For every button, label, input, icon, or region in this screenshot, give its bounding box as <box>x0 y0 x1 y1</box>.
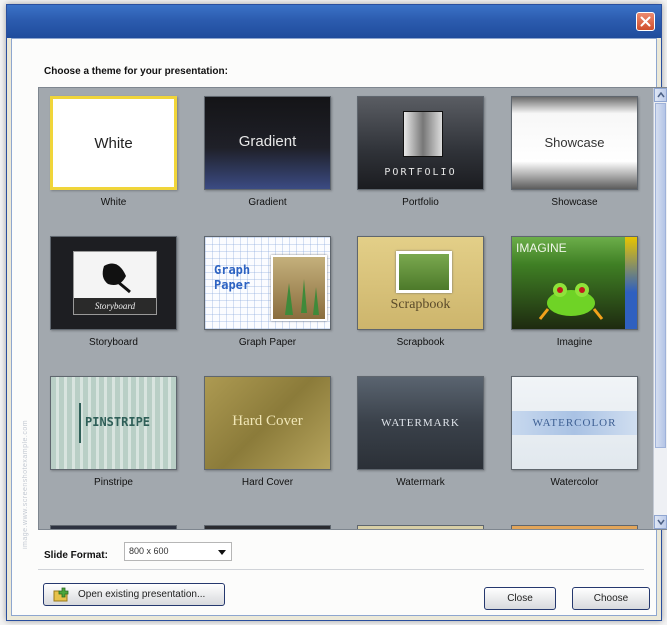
theme-chooser-dialog: Choose a theme for your presentation: im… <box>6 4 667 621</box>
preview-text-pinstripe: PINSTRIPE <box>85 415 151 429</box>
folder-open-icon <box>53 587 69 602</box>
theme-preview-showcase: Showcase <box>511 96 638 190</box>
theme-caption-scrapbook: Scrapbook <box>396 337 445 348</box>
theme-preview-gradient: Gradient <box>204 96 331 190</box>
preview-text-watercolor: WATERCOLOR <box>532 417 617 429</box>
theme-caption-showcase: Showcase <box>551 197 598 208</box>
theme-watercolor[interactable]: WATERCOLOR Watercolor <box>511 376 638 488</box>
side-watermark-text: image.www.screenshotexample.com <box>22 419 29 549</box>
theme-caption-graph-paper: Graph Paper <box>238 337 297 348</box>
preview-text-portfolio: PORTFOLIO <box>384 167 457 178</box>
theme-caption-gradient: Gradient <box>248 197 287 208</box>
preview-text-gradient: Gradient <box>238 133 297 150</box>
dialog-client-area: Choose a theme for your presentation: im… <box>11 38 667 616</box>
preview-text-showcase: Showcase <box>544 135 605 150</box>
theme-partial-3[interactable] <box>357 525 484 529</box>
theme-caption-white: White <box>100 197 127 208</box>
pinstripe-bar <box>79 403 81 443</box>
theme-gradient[interactable]: Gradient Gradient <box>204 96 331 208</box>
theme-preview-watercolor: WATERCOLOR <box>511 376 638 470</box>
imagine-side-bar <box>625 237 637 329</box>
theme-caption-pinstripe: Pinstripe <box>94 477 133 488</box>
slide-format-label: Slide Format: <box>44 550 108 561</box>
preview-text-scrapbook: Scrapbook <box>390 297 451 312</box>
theme-preview-scrapbook: Scrapbook <box>357 236 484 330</box>
theme-prompt-label: Choose a theme for your presentation: <box>44 66 228 77</box>
open-existing-presentation-button[interactable]: Open existing presentation... <box>43 583 225 606</box>
theme-hard-cover[interactable]: Hard Cover Hard Cover <box>204 376 331 488</box>
theme-pinstripe[interactable]: PINSTRIPE Pinstripe <box>50 376 177 488</box>
slide-format-value: 800 x 600 <box>129 546 169 556</box>
storyboard-figure-icon <box>102 263 131 294</box>
graph-paper-photo <box>271 255 327 321</box>
scroll-up-button[interactable] <box>654 88 667 102</box>
preview-text-imagine: IMAGINE <box>516 241 567 255</box>
theme-preview-imagine: IMAGINE <box>511 236 638 330</box>
choose-button[interactable]: Choose <box>572 587 650 610</box>
preview-text-watermark: WATERMARK <box>381 417 460 429</box>
preview-text-storyboard: Storyboard <box>74 298 156 314</box>
close-button[interactable]: Close <box>484 587 556 610</box>
theme-caption-imagine: Imagine <box>556 337 593 348</box>
chevron-down-icon <box>218 550 226 555</box>
footer-divider <box>38 569 644 570</box>
tree-photo-icon <box>285 279 319 315</box>
theme-caption-hard-cover: Hard Cover <box>241 477 294 488</box>
portfolio-photo-icon <box>403 111 443 157</box>
storyboard-card: Storyboard <box>73 251 157 315</box>
theme-preview-graph-paper: Graph Paper <box>204 236 331 330</box>
preview-text-hard-cover: Hard Cover <box>232 413 303 429</box>
theme-watermark[interactable]: WATERMARK Watermark <box>357 376 484 488</box>
chevron-up-icon <box>657 92 665 98</box>
theme-imagine[interactable]: IMAGINE Imagine <box>511 236 638 348</box>
theme-partial-1[interactable] <box>50 525 177 529</box>
theme-preview-white: White <box>50 96 177 190</box>
theme-gallery: White White Gradient Gradient PORTFOLIO … <box>38 87 667 530</box>
title-bar[interactable] <box>7 5 661 38</box>
theme-preview-pinstripe: PINSTRIPE <box>50 376 177 470</box>
slide-format-select[interactable]: 800 x 600 <box>124 542 232 561</box>
preview-text-graph-paper: Graph Paper <box>214 263 251 292</box>
theme-showcase[interactable]: Showcase Showcase <box>511 96 638 208</box>
scroll-thumb[interactable] <box>655 103 666 448</box>
scrapbook-photo <box>396 251 452 293</box>
close-icon <box>640 16 651 27</box>
window-close-button[interactable] <box>636 12 655 31</box>
theme-partial-2[interactable] <box>204 525 331 529</box>
theme-preview-watermark: WATERMARK <box>357 376 484 470</box>
theme-caption-portfolio: Portfolio <box>402 197 439 208</box>
theme-preview-portfolio: PORTFOLIO <box>357 96 484 190</box>
theme-partial-4[interactable] <box>511 525 638 529</box>
theme-graph-paper[interactable]: Graph Paper Graph Paper <box>204 236 331 348</box>
preview-text-white: White <box>94 135 133 152</box>
theme-preview-storyboard: Storyboard <box>50 236 177 330</box>
chevron-down-icon <box>657 519 665 525</box>
theme-caption-storyboard: Storyboard <box>89 337 138 348</box>
theme-caption-watermark: Watermark <box>396 477 445 488</box>
theme-preview-hard-cover: Hard Cover <box>204 376 331 470</box>
theme-portfolio[interactable]: PORTFOLIO Portfolio <box>357 96 484 208</box>
frog-icon <box>538 283 604 320</box>
gallery-scrollbar[interactable] <box>653 88 667 529</box>
theme-storyboard[interactable]: Storyboard Storyboard <box>50 236 177 348</box>
open-existing-label: Open existing presentation... <box>78 589 206 600</box>
theme-scrapbook[interactable]: Scrapbook Scrapbook <box>357 236 484 348</box>
scroll-down-button[interactable] <box>654 515 667 529</box>
theme-caption-watercolor: Watercolor <box>550 477 599 488</box>
theme-white[interactable]: White White <box>50 96 177 208</box>
